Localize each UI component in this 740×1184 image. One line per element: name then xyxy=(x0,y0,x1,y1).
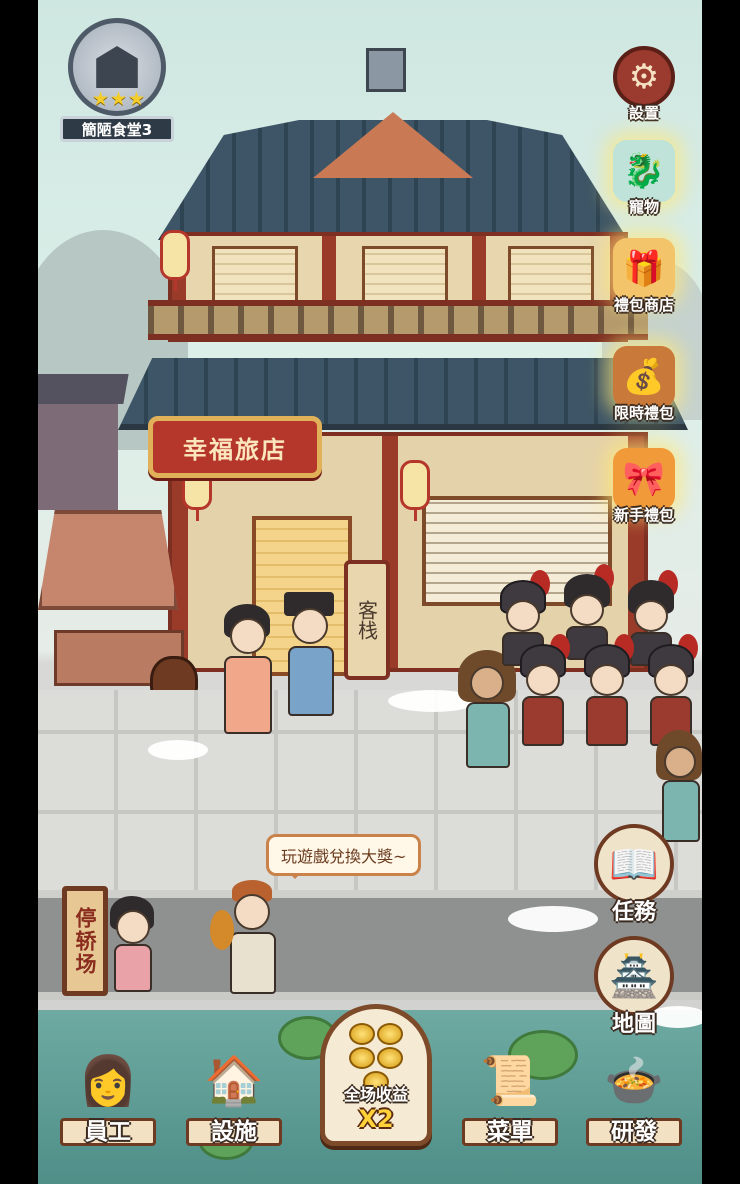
inn-side-sign: 客栈 xyxy=(344,560,390,680)
star-rating: ★★★ xyxy=(91,88,147,110)
inn-sign-text: 幸福旅店 xyxy=(183,434,287,464)
lady-customer[interactable] xyxy=(218,600,278,740)
soldier[interactable] xyxy=(578,634,636,750)
double-income-multiplier: X2 xyxy=(358,1105,394,1133)
gift-box-icon: 🎀 xyxy=(613,448,675,510)
lantern xyxy=(160,230,190,291)
staff-button[interactable]: 👩 員工 xyxy=(56,1040,160,1150)
menu-scroll-icon: 📜 xyxy=(480,1052,540,1109)
waitress-icon: 👩 xyxy=(78,1052,138,1109)
newbie-gift-label: 新手禮包 xyxy=(613,506,674,524)
map-label: 地圖 xyxy=(611,1012,656,1037)
game-viewport: 幸福旅店 客栈 ★★★ 簡陋食堂3 ⚙ 設置 🐉 寵物 🎁 禮包商店 💰 限時禮… xyxy=(38,0,702,1184)
double-income-button[interactable]: 全场收益 X2 xyxy=(320,1004,432,1146)
newbie-gift-button[interactable]: 🎀 新手禮包 xyxy=(604,448,684,525)
sedan-parking-text: 停轿场 xyxy=(73,906,98,976)
pets-label: 寵物 xyxy=(628,198,659,216)
balcony-railing xyxy=(148,300,648,340)
speech-bubble[interactable]: 玩遊戲兌換大獎~ xyxy=(266,834,422,879)
facilities-button[interactable]: 🏠 設施 xyxy=(182,1040,286,1150)
pets-button[interactable]: 🐉 寵物 xyxy=(604,140,684,217)
restaurant-badge[interactable]: ★★★ 簡陋食堂3 xyxy=(60,18,174,146)
limited-gift-button[interactable]: 💰 限時禮包 xyxy=(604,346,684,423)
snow-patch xyxy=(148,740,208,760)
limited-gift-label: 限時禮包 xyxy=(613,404,674,422)
research-label: 研發 xyxy=(611,1119,657,1145)
inn-sign: 幸福旅店 xyxy=(148,416,322,478)
gear-icon: ⚙ xyxy=(613,46,675,108)
settings-button[interactable]: ⚙ 設置 xyxy=(604,46,684,123)
stall-awning xyxy=(38,510,178,610)
gift-shop-label: 禮包商店 xyxy=(613,296,674,314)
facilities-label: 設施 xyxy=(211,1119,257,1145)
gift-pile-icon: 🎁 xyxy=(613,238,675,300)
coin-stack-icon xyxy=(341,1023,411,1093)
settings-label: 設置 xyxy=(628,104,659,122)
treasure-chest-icon: 💰 xyxy=(613,346,675,408)
stove-icon: 🍲 xyxy=(604,1052,664,1109)
research-button[interactable]: 🍲 研發 xyxy=(582,1040,686,1150)
dragon-icon: 🐉 xyxy=(613,140,675,202)
sedan-parking-sign: 停轿场 xyxy=(62,886,108,996)
menu-label: 菜單 xyxy=(487,1119,533,1145)
double-income-label: 全场收益 xyxy=(343,1085,408,1104)
roof-ornament xyxy=(366,48,406,92)
lantern xyxy=(400,460,430,521)
soldier[interactable] xyxy=(514,634,572,750)
building-icon: 🏠 xyxy=(204,1052,264,1109)
sedan-girl[interactable] xyxy=(106,896,158,996)
menu-button[interactable]: 📜 菜單 xyxy=(458,1040,562,1150)
restaurant-name: 簡陋食堂3 xyxy=(60,116,174,142)
map-button[interactable]: 🏯 地圖 xyxy=(594,936,674,1038)
pavilion-icon: 🏯 xyxy=(594,936,674,1016)
snow-patch xyxy=(508,906,598,932)
inn-side-sign-text: 客栈 xyxy=(354,600,379,640)
innkeeper[interactable] xyxy=(282,592,338,722)
gift-shop-button[interactable]: 🎁 禮包商店 xyxy=(604,238,684,315)
tasks-label: 任務 xyxy=(611,900,656,925)
background-house xyxy=(38,400,118,510)
beggar-customer[interactable] xyxy=(458,650,518,775)
scroll-book-icon: 📖 xyxy=(594,824,674,904)
tasks-button[interactable]: 📖 任務 xyxy=(594,824,674,926)
game-merchant-npc[interactable] xyxy=(210,880,294,1000)
staff-label: 員工 xyxy=(85,1119,131,1145)
